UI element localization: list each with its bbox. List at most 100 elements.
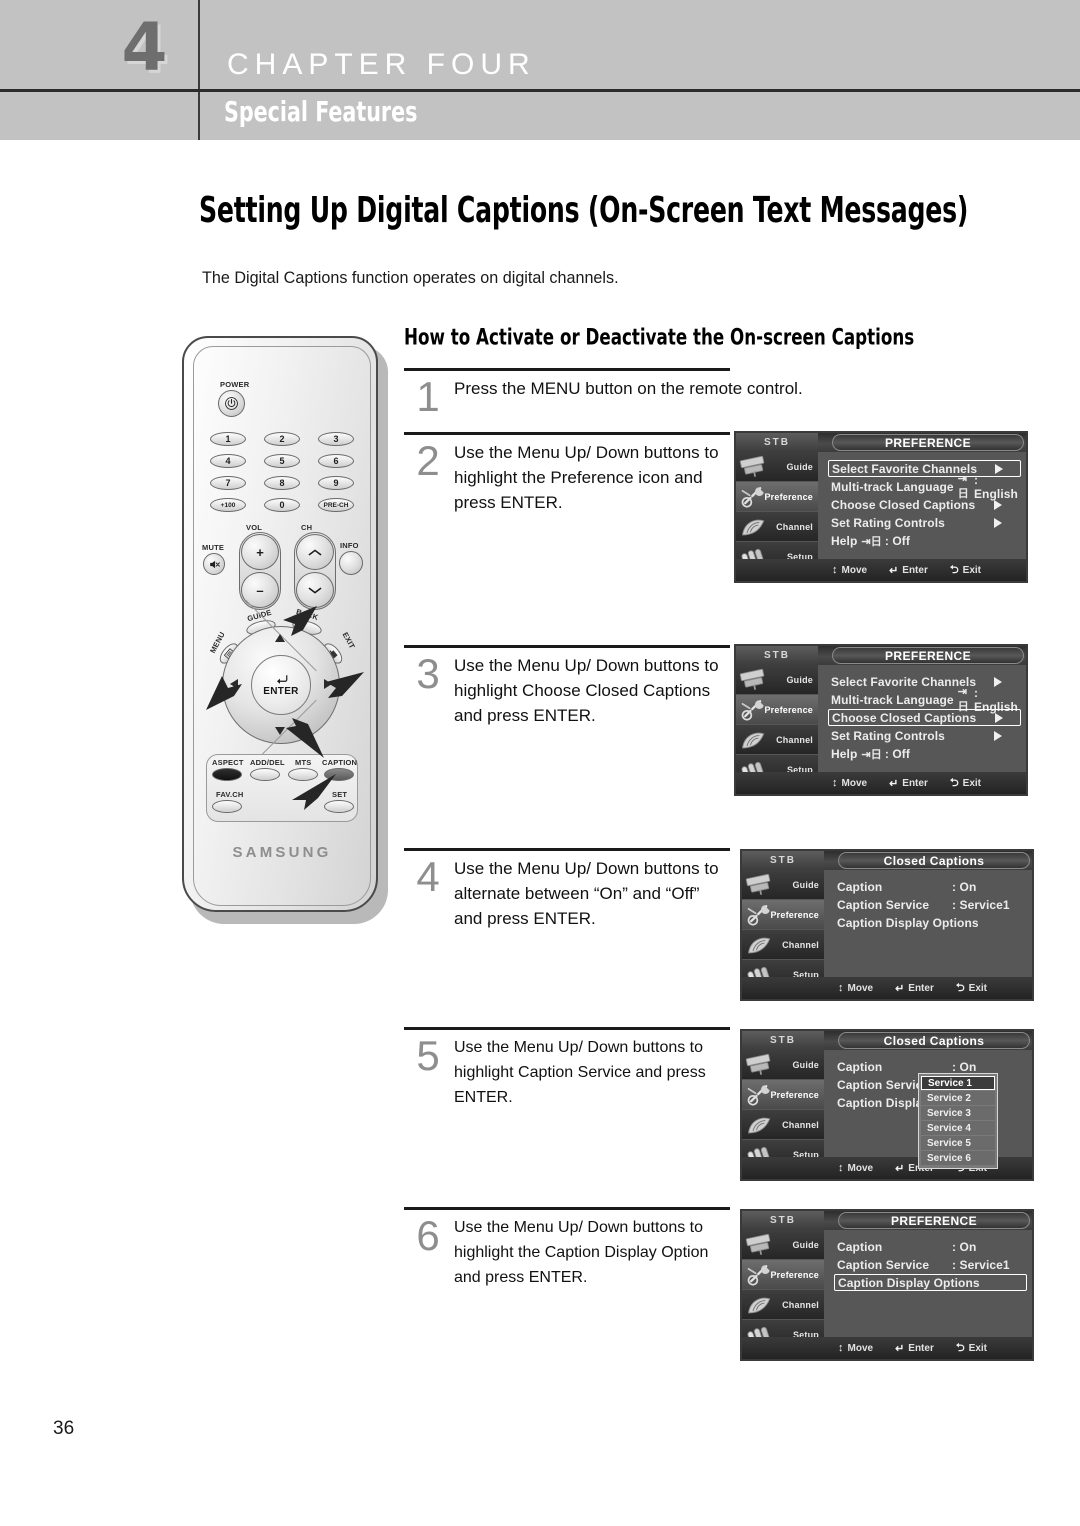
osd-hint-label: Enter (902, 564, 928, 576)
osd-title-text: Closed Captions (883, 853, 985, 868)
adddel-button[interactable] (250, 768, 280, 781)
osd-sidebar-item-preference[interactable]: Preference (742, 1080, 824, 1110)
osd-sidebar-item-channel[interactable]: Channel (742, 1290, 824, 1320)
osd-menu-row[interactable]: Set Rating Controls (828, 514, 1018, 531)
brand-logo: SAMSUNG (232, 844, 332, 861)
ch-label: CH (301, 523, 313, 532)
dropdown-option[interactable]: Service 3 (921, 1106, 995, 1120)
osd-hint-exit: ⮌Exit (950, 774, 981, 793)
section-heading: How to Activate or Deactivate the On-scr… (404, 325, 915, 351)
info-button[interactable] (339, 551, 363, 575)
osd-sidebar-item-preference[interactable]: Preference (736, 695, 818, 725)
osd-hint-move: ↕ Move (838, 1342, 873, 1354)
numpad-key-1[interactable]: 1 (210, 432, 246, 446)
dpad-down-icon[interactable] (275, 727, 285, 735)
osd-menu-row[interactable]: Caption: On (834, 878, 1024, 895)
favch-button[interactable] (212, 800, 242, 813)
set-button[interactable] (324, 800, 354, 813)
osd-title-text: PREFERENCE (890, 1213, 977, 1228)
osd-menu-row[interactable]: Choose Closed Captions (828, 709, 1021, 726)
enter-label: ENTER (263, 686, 299, 697)
osd-menu-row[interactable]: Help ⇥日: Off (828, 532, 1018, 549)
numpad-key-5[interactable]: 5 (264, 454, 300, 468)
dropdown-option[interactable]: Service 1 (921, 1076, 995, 1090)
step-text: Press the MENU button on the remote cont… (454, 379, 803, 398)
numpad-key-0[interactable]: 0 (264, 498, 300, 512)
osd-hint-label: Enter (908, 982, 934, 994)
osd-sidebar-label: Channel (776, 734, 813, 745)
osd-sidebar-item-preference[interactable]: Preference (736, 482, 818, 512)
osd-sidebar-item-preference[interactable]: Preference (742, 900, 824, 930)
osd-hint-enter: ↵Enter (895, 1342, 934, 1355)
page-title: Setting Up Digital Captions (On-Screen T… (199, 190, 969, 232)
chapter-subtitle: Special Features (224, 95, 418, 128)
chapter-number: 4 (121, 9, 168, 86)
osd-sidebar-label: Guide (786, 461, 813, 472)
osd-row-label: Multi-track Language (831, 479, 954, 494)
osd-topbar: STB PREFERENCE (742, 1211, 1032, 1230)
osd-menu-row[interactable]: Caption: On (834, 1238, 1024, 1255)
numpad-key-3[interactable]: 3 (318, 432, 354, 446)
mts-button[interactable] (288, 768, 318, 781)
numpad-key-plus100[interactable]: +100 (210, 498, 246, 512)
caption-service-dropdown[interactable]: Service 1 Service 2 Service 3 Service 4 Serv… (918, 1073, 998, 1169)
osd-sidebar-item-guide[interactable]: Guide (742, 1230, 824, 1260)
chevron-right-icon (994, 730, 1002, 741)
numpad-key-8[interactable]: 8 (264, 476, 300, 490)
osd-stb-label: STB (742, 1031, 824, 1050)
numpad-key-4[interactable]: 4 (210, 454, 246, 468)
enter-button[interactable]: ENTER (251, 655, 311, 715)
power-button[interactable] (218, 390, 245, 417)
power-icon (225, 397, 238, 410)
osd-menu-row[interactable]: Caption Service: Service1 (834, 1256, 1024, 1273)
osd-sidebar-item-guide[interactable]: Guide (742, 1050, 824, 1080)
program-guide-icon (745, 873, 775, 897)
osd-title-text: PREFERENCE (884, 435, 971, 450)
satellite-dish-icon (745, 1293, 775, 1317)
numpad-key-7[interactable]: 7 (210, 476, 246, 490)
osd-row-label: Help (831, 533, 858, 548)
osd-sidebar-item-channel[interactable]: Channel (736, 512, 818, 542)
ch-down-button[interactable] (296, 572, 334, 608)
osd-menu-row[interactable]: Choose Closed Captions (828, 496, 1018, 513)
exit-glyph-icon: ⮌ (949, 776, 959, 789)
osd-menu-row[interactable]: Multi-track Language ⇥日: English (828, 686, 1018, 714)
osd-menu-row[interactable]: Help ⇥日: Off (828, 745, 1018, 762)
osd-sidebar-item-channel[interactable]: Channel (736, 725, 818, 755)
osd-screen-preference-3: STB PREFERENCE Guide Preference Channel Setup… (740, 1209, 1034, 1361)
chevron-right-icon (994, 517, 1002, 528)
dpad-up-icon[interactable] (275, 634, 285, 642)
osd-bottom-hint-bar: ↕Move ↵Enter ⮌Exit (742, 1337, 1032, 1359)
osd-menu-row[interactable]: Multi-track Language ⇥日: English (828, 473, 1018, 501)
vol-up-button[interactable]: + (241, 534, 279, 570)
move-glyph-icon: ↕ (838, 1342, 844, 1354)
osd-menu-row[interactable]: Caption Display Options (834, 914, 1024, 931)
exit-glyph-icon: ⮌ (955, 1341, 965, 1354)
dropdown-option[interactable]: Service 5 (921, 1136, 995, 1150)
osd-menu-row[interactable]: Set Rating Controls (828, 727, 1018, 744)
osd-sidebar-item-guide[interactable]: Guide (736, 665, 818, 695)
osd-title-pill: Closed Captions (838, 1032, 1030, 1049)
dpad-left-icon[interactable] (230, 679, 238, 689)
dpad-right-icon[interactable] (324, 679, 332, 689)
osd-sidebar-item-guide[interactable]: Guide (742, 870, 824, 900)
caption-button[interactable] (324, 768, 354, 781)
numpad-key-6[interactable]: 6 (318, 454, 354, 468)
osd-sidebar-item-channel[interactable]: Channel (742, 1110, 824, 1140)
dropdown-option[interactable]: Service 6 (921, 1151, 995, 1165)
osd-menu-row[interactable]: Caption Service: Service1 (834, 896, 1024, 913)
dropdown-option[interactable]: Service 2 (921, 1091, 995, 1105)
dropdown-option[interactable]: Service 4 (921, 1121, 995, 1135)
osd-sidebar-item-preference[interactable]: Preference (742, 1260, 824, 1290)
osd-sidebar-item-guide[interactable]: Guide (736, 452, 818, 482)
numpad-key-prech[interactable]: PRE-CH (318, 498, 354, 512)
numpad-key-9[interactable]: 9 (318, 476, 354, 490)
mute-button[interactable] (203, 553, 225, 575)
numpad-key-2[interactable]: 2 (264, 432, 300, 446)
osd-menu-row[interactable]: Caption Display Options (834, 1274, 1027, 1291)
ch-up-button[interactable] (296, 534, 334, 570)
aspect-button[interactable] (212, 768, 242, 781)
osd-screen-preference-2: STB PREFERENCE Guide Preference Channel Setup… (734, 644, 1028, 796)
osd-sidebar-label: Channel (782, 939, 819, 950)
osd-sidebar-item-channel[interactable]: Channel (742, 930, 824, 960)
